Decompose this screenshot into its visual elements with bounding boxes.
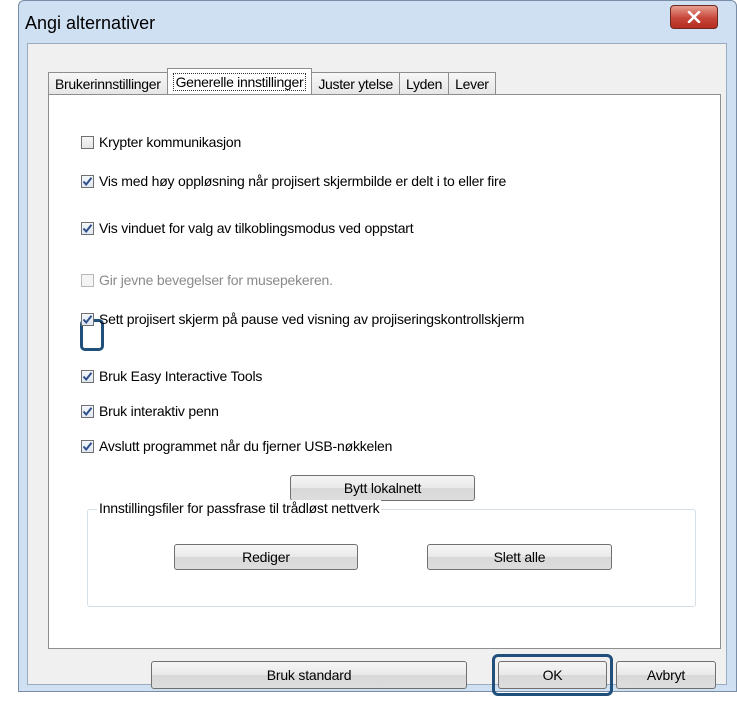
close-icon [687,11,701,23]
option-label: Gir jevne bevegelser for musepekeren. [99,272,333,288]
checkbox[interactable] [81,135,94,149]
tab-label: Juster ytelse [318,75,393,92]
option-show-connection-mode-window[interactable]: Vis vinduet for valg av tilkoblingsmodus… [81,220,414,236]
checkmark-icon [82,441,93,451]
checkbox[interactable] [81,439,94,453]
tab-label: Lever [455,75,489,92]
edit-button[interactable]: Rediger [174,544,358,570]
group-title: Innstillingsfiler for passfrase til tråd… [97,500,382,516]
dialog-client-area: Brukerinnstillinger Generelle innstillin… [27,43,727,696]
checkbox[interactable] [81,404,94,418]
tab-strip: Brukerinnstillinger Generelle innstillin… [48,68,496,94]
option-label: Avslutt programmet når du fjerner USB-nø… [99,438,393,454]
option-label: Bruk interaktiv penn [99,403,219,419]
option-smooth-mouse-pointer: Gir jevne bevegelser for musepekeren. [81,272,333,288]
option-exit-on-usb-removal[interactable]: Avslutt programmet når du fjerner USB-nø… [81,438,392,454]
option-label: Sett projisert skjerm på pause ved visni… [99,311,525,327]
tab-label: Generelle innstillinger [172,72,307,91]
use-default-button[interactable]: Bruk standard [151,661,467,689]
tab-user-settings[interactable]: Brukerinnstillinger [48,72,168,94]
checkbox[interactable] [81,369,94,383]
option-pause-projected-screen[interactable]: Sett projisert skjerm på pause ved visni… [81,311,524,327]
checkbox[interactable] [81,312,94,326]
tab-label: Brukerinnstillinger [55,75,161,92]
title-bar[interactable]: Angi alternativer [19,1,736,43]
checkmark-icon [82,176,93,186]
checkmark-icon [82,406,93,416]
wireless-passphrase-group: Innstillingsfiler for passfrase til tråd… [87,500,696,607]
tab-label: Lyden [406,75,443,92]
option-label: Vis med høy oppløsning når projisert skj… [99,173,507,189]
option-label: Vis vinduet for valg av tilkoblingsmodus… [99,220,414,236]
option-label: Krypter kommunikasjon [99,134,242,150]
checkbox[interactable] [81,221,94,235]
option-use-easy-interactive-tools[interactable]: Bruk Easy Interactive Tools [81,368,262,384]
option-encrypt-communication[interactable]: Krypter kommunikasjon [81,134,241,150]
switch-lan-button[interactable]: Bytt lokalnett [290,475,475,501]
ok-button[interactable]: OK [498,661,607,689]
close-button[interactable] [670,5,718,29]
general-settings-panel: Krypter kommunikasjon Vis med høy oppløs… [48,94,721,649]
checkmark-icon [82,314,93,324]
options-dialog: Angi alternativer Brukerinnstillinger Ge… [18,0,737,696]
option-label: Bruk Easy Interactive Tools [99,368,263,384]
window-title: Angi alternativer [25,13,156,33]
tab-deliver[interactable]: Lever [448,72,496,94]
cancel-button[interactable]: Avbryt [616,661,716,689]
option-use-interactive-pen[interactable]: Bruk interaktiv penn [81,403,219,419]
tab-general-settings[interactable]: Generelle innstillinger [166,68,313,94]
tab-adjust-performance[interactable]: Juster ytelse [311,72,400,94]
checkbox[interactable] [81,174,94,188]
tab-audio[interactable]: Lyden [399,72,450,94]
delete-all-button[interactable]: Slett alle [427,544,612,570]
checkmark-icon [82,371,93,381]
checkbox [81,273,94,287]
option-high-resolution-split[interactable]: Vis med høy oppløsning når projisert skj… [81,173,506,189]
checkmark-icon [82,223,93,233]
